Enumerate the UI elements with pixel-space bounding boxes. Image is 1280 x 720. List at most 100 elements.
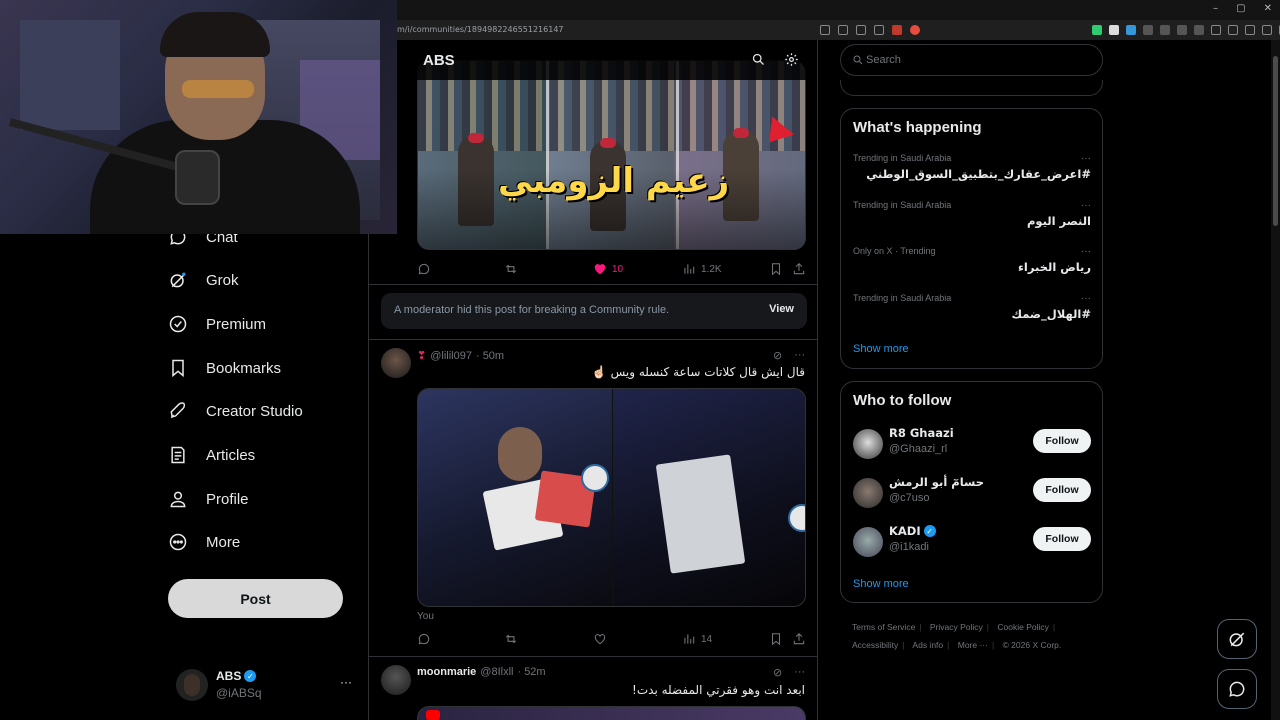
nav-label: Premium bbox=[206, 315, 267, 333]
post-time[interactable]: · 50m bbox=[476, 350, 504, 362]
like-button[interactable] bbox=[593, 630, 607, 648]
more-options-icon[interactable]: ··· bbox=[794, 349, 805, 362]
views-button[interactable]: 14 bbox=[682, 630, 712, 648]
trend-item[interactable]: Trending in Saudi Arabia ··· #اعرض_عقارك… bbox=[853, 153, 1091, 193]
avatar[interactable] bbox=[381, 665, 411, 695]
bookmark-button[interactable] bbox=[769, 630, 783, 648]
account-switcher[interactable]: ABS ✓ @iABSq ··· bbox=[176, 667, 356, 707]
extension-icon[interactable] bbox=[1194, 25, 1204, 35]
share-icon[interactable] bbox=[856, 25, 866, 35]
follow-suggestion[interactable]: حسامٓ أبو الرمش @c7uso Follow bbox=[853, 475, 1091, 515]
avatar[interactable] bbox=[381, 348, 411, 378]
follow-button[interactable]: Follow bbox=[1033, 429, 1091, 453]
zoom-icon[interactable] bbox=[838, 25, 848, 35]
nav-item-creator-studio[interactable]: Creator Studio bbox=[168, 396, 303, 426]
more-options-icon[interactable]: ··· bbox=[1081, 246, 1091, 257]
views-button[interactable]: 1.2K bbox=[682, 260, 722, 278]
wallet-icon[interactable] bbox=[1245, 25, 1255, 35]
bookmark-button[interactable] bbox=[769, 260, 783, 278]
avatar bbox=[853, 478, 883, 508]
search-icon[interactable] bbox=[751, 52, 766, 72]
nav-item-more[interactable]: More bbox=[168, 527, 240, 557]
footer-link[interactable]: More ··· bbox=[958, 640, 988, 650]
more-options-icon[interactable]: ··· bbox=[1081, 153, 1091, 164]
trend-meta: Trending in Saudi Arabia bbox=[853, 200, 952, 210]
follow-suggestion[interactable]: R8 Ghaazi @Ghaazi_rl Follow bbox=[853, 426, 1091, 466]
footer-link[interactable]: Ads info bbox=[912, 640, 943, 650]
extension-icon[interactable] bbox=[1126, 25, 1136, 35]
page-scrollbar[interactable] bbox=[1271, 40, 1280, 720]
divider bbox=[369, 339, 817, 340]
grok-explain-icon[interactable]: ⊘ bbox=[773, 666, 782, 679]
reply-button[interactable] bbox=[417, 260, 431, 278]
post-time[interactable]: · 52m bbox=[517, 666, 545, 678]
extension-icon[interactable] bbox=[1143, 25, 1153, 35]
scrollbar-thumb[interactable] bbox=[1273, 56, 1278, 226]
post-media-video[interactable] bbox=[417, 706, 806, 720]
footer-link[interactable]: Privacy Policy bbox=[930, 622, 983, 632]
media-caption: You bbox=[417, 611, 434, 622]
footer-link[interactable]: Terms of Service bbox=[852, 622, 915, 632]
repost-icon bbox=[505, 264, 517, 274]
share-button[interactable] bbox=[792, 260, 806, 278]
messages-fab-button[interactable] bbox=[1217, 669, 1257, 709]
nav-item-premium[interactable]: Premium bbox=[168, 309, 266, 339]
extension-icon[interactable] bbox=[1092, 25, 1102, 35]
repost-button[interactable] bbox=[504, 630, 518, 648]
vpn-icon[interactable] bbox=[1262, 25, 1272, 35]
gear-icon[interactable] bbox=[784, 52, 799, 72]
trend-name: #اعرض_عقارك_بتطبيق_السوق_الوطني bbox=[866, 167, 1091, 181]
post-media-image[interactable] bbox=[417, 388, 806, 607]
reply-icon bbox=[418, 263, 430, 275]
rewards-icon[interactable] bbox=[910, 25, 920, 35]
close-window-button[interactable]: ✕ bbox=[1264, 3, 1272, 14]
extension-icon[interactable] bbox=[1109, 25, 1119, 35]
repost-icon bbox=[505, 634, 517, 644]
grok-fab-button[interactable] bbox=[1217, 619, 1257, 659]
account-more-icon[interactable]: ··· bbox=[340, 675, 352, 689]
more-options-icon[interactable]: ··· bbox=[1081, 293, 1091, 304]
grok-explain-icon[interactable]: ⊘ bbox=[773, 349, 782, 362]
share-button[interactable] bbox=[792, 630, 806, 648]
view-hidden-post-button[interactable]: View bbox=[769, 303, 794, 315]
follow-name: R8 Ghaazi bbox=[889, 426, 954, 440]
extension-icon[interactable] bbox=[1160, 25, 1170, 35]
repost-button[interactable] bbox=[504, 260, 518, 278]
reply-button[interactable] bbox=[417, 630, 431, 648]
footer-link[interactable]: Accessibility bbox=[852, 640, 898, 650]
brave-shield-icon[interactable] bbox=[892, 25, 902, 35]
post-button[interactable]: Post bbox=[168, 579, 343, 618]
nav-item-grok[interactable]: Grok bbox=[168, 265, 239, 295]
post-handle[interactable]: @lilil097 bbox=[430, 350, 472, 362]
grok-icon bbox=[168, 270, 188, 290]
trend-item[interactable]: Trending in Saudi Arabia ··· النصر اليوم bbox=[853, 200, 1091, 240]
screen-icon[interactable] bbox=[820, 25, 830, 35]
follow-button[interactable]: Follow bbox=[1033, 478, 1091, 502]
search-input[interactable]: Search bbox=[840, 44, 1103, 76]
more-options-icon[interactable]: ··· bbox=[794, 666, 805, 679]
music-icon[interactable] bbox=[1211, 25, 1221, 35]
follow-button[interactable]: Follow bbox=[1033, 527, 1091, 551]
post-actions: 14 bbox=[417, 630, 807, 648]
more-options-icon[interactable]: ··· bbox=[1081, 200, 1091, 211]
trend-item[interactable]: Only on X · Trending ··· رياض الخبراء bbox=[853, 246, 1091, 286]
nav-item-articles[interactable]: Articles bbox=[168, 440, 255, 470]
show-more-trends-link[interactable]: Show more bbox=[853, 343, 909, 355]
follow-suggestion[interactable]: KADI ✓ @i1kadi Follow bbox=[853, 524, 1091, 564]
post-media-image[interactable]: زعيم الزومبي bbox=[417, 60, 806, 250]
verified-badge-icon: ✓ bbox=[244, 670, 257, 682]
minimize-button[interactable]: – bbox=[1213, 3, 1218, 14]
nav-item-profile[interactable]: Profile bbox=[168, 484, 249, 514]
puzzle-icon[interactable] bbox=[1177, 25, 1187, 35]
sidebar-icon[interactable] bbox=[1228, 25, 1238, 35]
like-button[interactable]: 10 bbox=[593, 260, 623, 278]
star-icon[interactable] bbox=[874, 25, 884, 35]
divider bbox=[369, 284, 817, 285]
nav-item-bookmarks[interactable]: Bookmarks bbox=[168, 353, 281, 383]
show-more-follow-link[interactable]: Show more bbox=[853, 578, 909, 590]
post-handle[interactable]: @8Ilxll bbox=[480, 666, 513, 678]
trend-item[interactable]: Trending in Saudi Arabia ··· #الهلال_ضمك bbox=[853, 293, 1091, 333]
maximize-button[interactable]: ▢ bbox=[1236, 3, 1245, 14]
post-author-name[interactable]: moonmarie bbox=[417, 666, 476, 678]
footer-link[interactable]: Cookie Policy bbox=[997, 622, 1049, 632]
